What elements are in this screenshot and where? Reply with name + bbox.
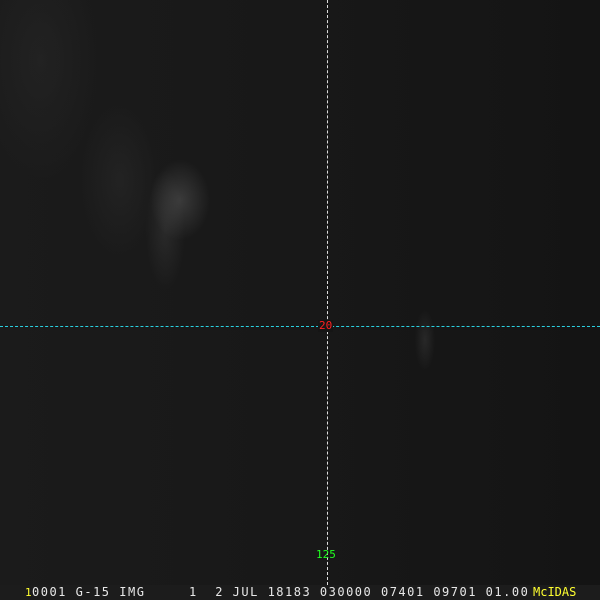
longitude-label: 125	[316, 548, 336, 561]
satellite-image-viewer: 20 125 1 0001 G-15 IMG 1 2 JUL 18183 030000…	[0, 0, 600, 600]
latitude-line	[0, 326, 600, 327]
satellite-image	[0, 0, 600, 585]
mcidas-logo: McIDAS	[533, 585, 577, 599]
frame-number: 1	[25, 586, 32, 599]
image-info: 0001 G-15 IMG 1 2 JUL 18183 030000 07401…	[32, 585, 530, 599]
longitude-line	[327, 0, 328, 585]
status-bar: 1 0001 G-15 IMG 1 2 JUL 18183 030000 0740…	[0, 585, 600, 600]
latitude-label: 20	[318, 319, 334, 332]
